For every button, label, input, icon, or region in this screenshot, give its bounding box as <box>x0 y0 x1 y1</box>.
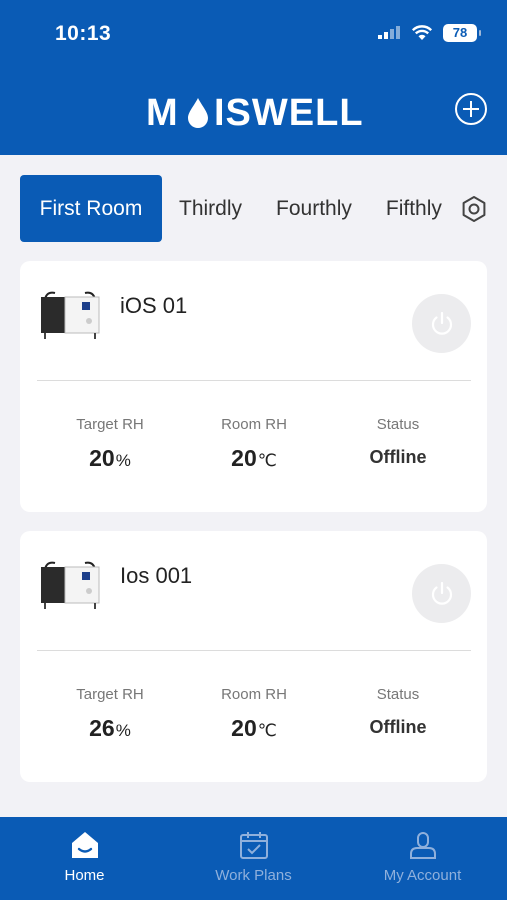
room-settings-icon[interactable] <box>459 194 489 224</box>
card-divider <box>37 380 471 381</box>
tab-first-room[interactable]: First Room <box>20 175 162 242</box>
status-icons: 78 <box>377 24 481 42</box>
status-label: Status <box>376 686 420 703</box>
user-icon <box>409 832 436 859</box>
status-value: Offline <box>369 447 427 467</box>
device-status: Status Offline <box>328 416 468 468</box>
svg-text:ISWELL: ISWELL <box>214 92 362 130</box>
room-rh-value: 20℃ <box>231 715 277 741</box>
target-rh: Target RH 20% <box>40 416 180 472</box>
device-name: iOS 01 <box>120 293 188 318</box>
power-icon <box>431 311 452 335</box>
app-header: 10:13 78 M ISWELL <box>0 0 507 155</box>
room-rh-value: 20℃ <box>231 445 277 471</box>
battery-icon: 78 <box>443 24 481 42</box>
device-card[interactable]: iOS 01 Target RH 20% Room RH 20℃ Status … <box>20 261 487 512</box>
power-button[interactable] <box>412 294 471 353</box>
status-value: Offline <box>369 717 427 737</box>
svg-text:M: M <box>146 92 179 130</box>
home-icon <box>71 832 98 858</box>
target-rh-label: Target RH <box>76 416 144 433</box>
nav-work-plans-label: Work Plans <box>215 867 292 884</box>
power-icon <box>431 581 452 605</box>
room-tabs: First Room Thirdly Fourthly Fifthly <box>20 175 494 242</box>
add-device-button[interactable] <box>454 92 488 126</box>
nav-home-label: Home <box>64 867 105 884</box>
tab-thirdly[interactable]: Thirdly <box>162 175 259 242</box>
status-label: Status <box>376 416 420 433</box>
room-rh-label: Room RH <box>221 416 287 433</box>
calendar-icon <box>239 832 268 859</box>
status-time: 10:13 <box>55 22 112 45</box>
target-rh: Target RH 26% <box>40 686 180 742</box>
device-card[interactable]: Ios 001 Target RH 26% Room RH 20℃ Status… <box>20 531 487 782</box>
dehumidifier-icon <box>41 561 100 609</box>
power-button[interactable] <box>412 564 471 623</box>
nav-work-plans[interactable]: Work Plans <box>169 817 338 900</box>
room-tab-list[interactable]: First Room Thirdly Fourthly Fifthly <box>20 175 447 242</box>
dehumidifier-icon <box>41 291 100 339</box>
room-rh: Room RH 20℃ <box>184 686 324 742</box>
target-rh-value: 26% <box>89 715 131 741</box>
card-divider <box>37 650 471 651</box>
device-status: Status Offline <box>328 686 468 738</box>
target-rh-value: 20% <box>89 445 131 471</box>
target-rh-label: Target RH <box>76 686 144 703</box>
nav-home[interactable]: Home <box>0 817 169 900</box>
wifi-icon <box>411 25 433 40</box>
room-rh: Room RH 20℃ <box>184 416 324 472</box>
room-rh-label: Room RH <box>221 686 287 703</box>
tab-fourthly[interactable]: Fourthly <box>259 175 369 242</box>
tab-fifthly[interactable]: Fifthly <box>369 175 447 242</box>
nav-my-account-label: My Account <box>383 867 462 884</box>
device-name: Ios 001 <box>120 563 193 588</box>
brand-logo: M ISWELL <box>0 90 507 135</box>
bottom-nav: Home Work Plans My Account <box>0 817 507 900</box>
signal-icon <box>378 26 400 39</box>
nav-my-account[interactable]: My Account <box>338 817 507 900</box>
